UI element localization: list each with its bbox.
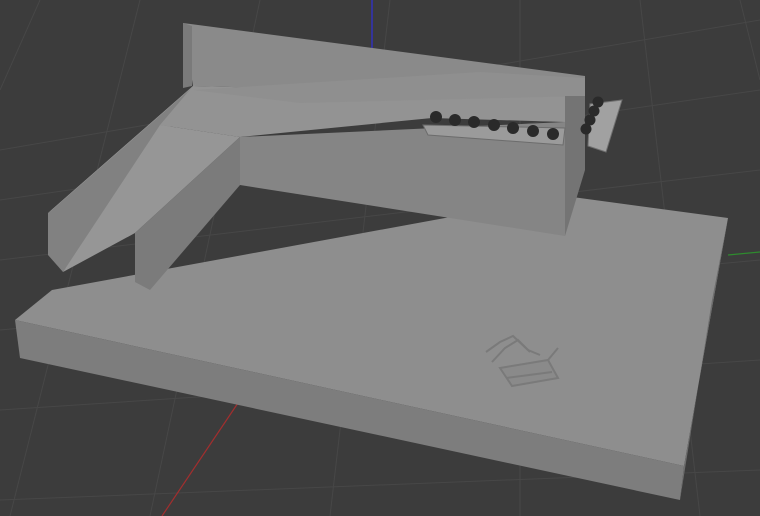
ball — [430, 111, 442, 123]
viewport-canvas[interactable] — [0, 0, 760, 516]
ball — [507, 122, 519, 134]
ball — [547, 128, 559, 140]
ball — [488, 119, 500, 131]
back-wall-top — [183, 23, 192, 88]
ball — [527, 125, 539, 137]
ball — [468, 116, 480, 128]
ball — [449, 114, 461, 126]
3d-viewport[interactable] — [0, 0, 760, 516]
warehouse-model[interactable] — [15, 23, 728, 500]
x-axis-line — [161, 399, 241, 516]
y-axis-line — [727, 251, 760, 256]
ball — [580, 123, 592, 135]
